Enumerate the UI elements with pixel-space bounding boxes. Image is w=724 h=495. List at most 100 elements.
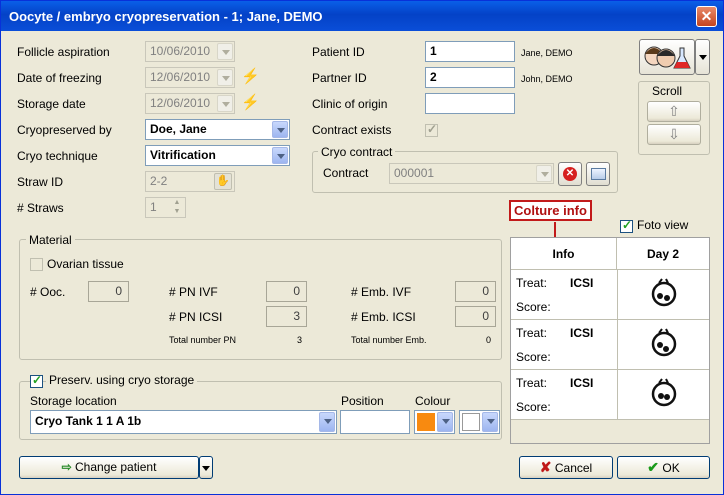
- ovarian-tissue-label: Ovarian tissue: [47, 257, 124, 271]
- storage-location-label: Storage location: [30, 394, 117, 408]
- open-contract-button[interactable]: [586, 162, 610, 186]
- cancel-button[interactable]: ✘ Cancel: [519, 456, 613, 479]
- change-patient-button[interactable]: ⇨ Change patient: [19, 456, 199, 479]
- date-of-freezing-field[interactable]: 12/06/2010: [145, 67, 235, 88]
- couple-lab-dropdown[interactable]: [695, 39, 710, 75]
- pn-ivf-label: # PN IVF: [169, 285, 218, 299]
- table-header-day2: Day 2: [617, 238, 709, 270]
- remove-contract-button[interactable]: ✕: [558, 162, 582, 186]
- treat-value: ICSI: [570, 276, 594, 290]
- clinic-of-origin-label: Clinic of origin: [312, 97, 388, 111]
- partner-id-label: Partner ID: [312, 71, 367, 85]
- table-row[interactable]: Treat: ICSI Score:: [511, 270, 709, 320]
- patient-name: Jane, DEMO: [521, 48, 573, 58]
- storage-location-value: Cryo Tank 1 1 A 1b: [35, 414, 142, 428]
- straw-id-value: 2-2: [150, 174, 168, 188]
- arrow-up-icon: ⇧: [668, 103, 680, 119]
- chevron-down-icon[interactable]: [217, 43, 233, 60]
- treat-label: Treat:: [516, 276, 547, 290]
- couple-lab-icon: [644, 46, 691, 69]
- lightning-icon[interactable]: ⚡: [241, 95, 260, 111]
- pn-icsi-label: # PN ICSI: [169, 310, 223, 324]
- embryo-icon[interactable]: [649, 328, 679, 358]
- change-patient-dropdown[interactable]: [199, 456, 213, 479]
- straw-id-field[interactable]: 2-2 ✋: [145, 171, 235, 192]
- position-input[interactable]: [340, 410, 410, 434]
- chevron-down-icon[interactable]: [319, 412, 335, 432]
- embryo-icon[interactable]: [649, 378, 679, 408]
- straws-value: 1: [150, 200, 157, 214]
- cryo-technique-select[interactable]: Vitrification: [145, 145, 290, 166]
- close-icon: ✕: [700, 8, 713, 24]
- contract-select[interactable]: 000001: [389, 163, 554, 184]
- window-title: Oocyte / embryo cryopreservation - 1; Ja…: [9, 9, 323, 24]
- delete-icon: ✕: [563, 167, 577, 181]
- chevron-down-icon[interactable]: [217, 69, 233, 86]
- storage-date-value: 12/06/2010: [150, 96, 211, 110]
- score-label: Score:: [516, 350, 551, 364]
- patient-id-input[interactable]: 1: [425, 41, 515, 62]
- arrow-down-icon: ⇩: [668, 126, 680, 142]
- partner-id-input[interactable]: 2: [425, 67, 515, 88]
- treat-label: Treat:: [516, 376, 547, 390]
- contract-exists-label: Contract exists: [312, 123, 392, 137]
- treat-value: ICSI: [570, 326, 594, 340]
- pn-icsi-value: 3: [266, 306, 307, 327]
- cryopreserved-by-label: Cryopreserved by: [17, 123, 112, 137]
- preserve-storage-checkbox[interactable]: [30, 373, 43, 388]
- ok-button[interactable]: ✔ OK: [617, 456, 710, 479]
- change-patient-label: Change patient: [75, 460, 157, 474]
- table-header-info: Info: [511, 238, 617, 270]
- straw-id-label: Straw ID: [17, 175, 64, 189]
- emb-icsi-label: # Emb. ICSI: [351, 310, 416, 324]
- scroll-label: Scroll: [652, 84, 683, 98]
- lightning-icon[interactable]: ⚡: [241, 69, 260, 85]
- colour-primary-swatch: [417, 413, 435, 431]
- total-pn-value: 3: [297, 335, 303, 345]
- stepper-down-icon[interactable]: ▼: [170, 208, 184, 216]
- contract-exists-checkbox[interactable]: [425, 122, 438, 137]
- storage-location-select[interactable]: Cryo Tank 1 1 A 1b: [30, 410, 337, 434]
- follicle-aspiration-field[interactable]: 10/06/2010: [145, 41, 235, 62]
- chevron-down-icon[interactable]: [437, 412, 453, 432]
- treat-label: Treat:: [516, 326, 547, 340]
- chevron-down-icon[interactable]: [536, 165, 552, 182]
- check-icon: ✔: [647, 459, 660, 475]
- stepper-up-icon[interactable]: ▲: [170, 199, 184, 207]
- pn-ivf-value: 0: [266, 281, 307, 302]
- score-label: Score:: [516, 400, 551, 414]
- couple-lab-button[interactable]: [639, 39, 695, 75]
- scroll-down-button[interactable]: ⇩: [647, 124, 701, 145]
- embryo-icon[interactable]: [649, 278, 679, 308]
- table-row[interactable]: Treat: ICSI Score:: [511, 370, 709, 420]
- close-button[interactable]: ✕: [696, 6, 717, 27]
- colour-secondary-swatch: [462, 413, 480, 431]
- cryopreserved-by-select[interactable]: Doe, Jane: [145, 119, 290, 140]
- chevron-down-icon[interactable]: [272, 147, 288, 164]
- total-emb-value: 0: [486, 335, 492, 345]
- storage-date-field[interactable]: 12/06/2010: [145, 93, 235, 114]
- chevron-down-icon[interactable]: [272, 121, 288, 138]
- follicle-aspiration-value: 10/06/2010: [150, 44, 211, 58]
- colour-secondary-select[interactable]: [459, 410, 500, 434]
- cryo-contract-legend: Cryo contract: [318, 145, 396, 159]
- colour-primary-select[interactable]: [414, 410, 455, 434]
- chevron-down-icon[interactable]: [482, 412, 498, 432]
- material-legend: Material: [26, 233, 75, 247]
- colture-info-annotation: Colture info: [509, 200, 592, 221]
- score-label: Score:: [516, 300, 551, 314]
- ooc-value: 0: [88, 281, 129, 302]
- cryopreserved-by-value: Doe, Jane: [150, 122, 207, 136]
- follicle-aspiration-label: Follicle aspiration: [17, 45, 110, 59]
- cell-divider: [617, 270, 618, 320]
- chevron-down-icon[interactable]: [217, 95, 233, 112]
- scroll-up-button[interactable]: ⇧: [647, 101, 701, 122]
- ooc-label: # Ooc.: [30, 285, 66, 299]
- cancel-icon: ✘: [539, 459, 552, 475]
- foto-view-checkbox[interactable]: [620, 218, 633, 233]
- hand-icon[interactable]: ✋: [214, 173, 232, 190]
- ovarian-tissue-checkbox[interactable]: [30, 258, 43, 271]
- straws-stepper[interactable]: 1 ▲ ▼: [145, 197, 186, 218]
- table-row[interactable]: Treat: ICSI Score:: [511, 320, 709, 370]
- clinic-of-origin-input[interactable]: [425, 93, 515, 114]
